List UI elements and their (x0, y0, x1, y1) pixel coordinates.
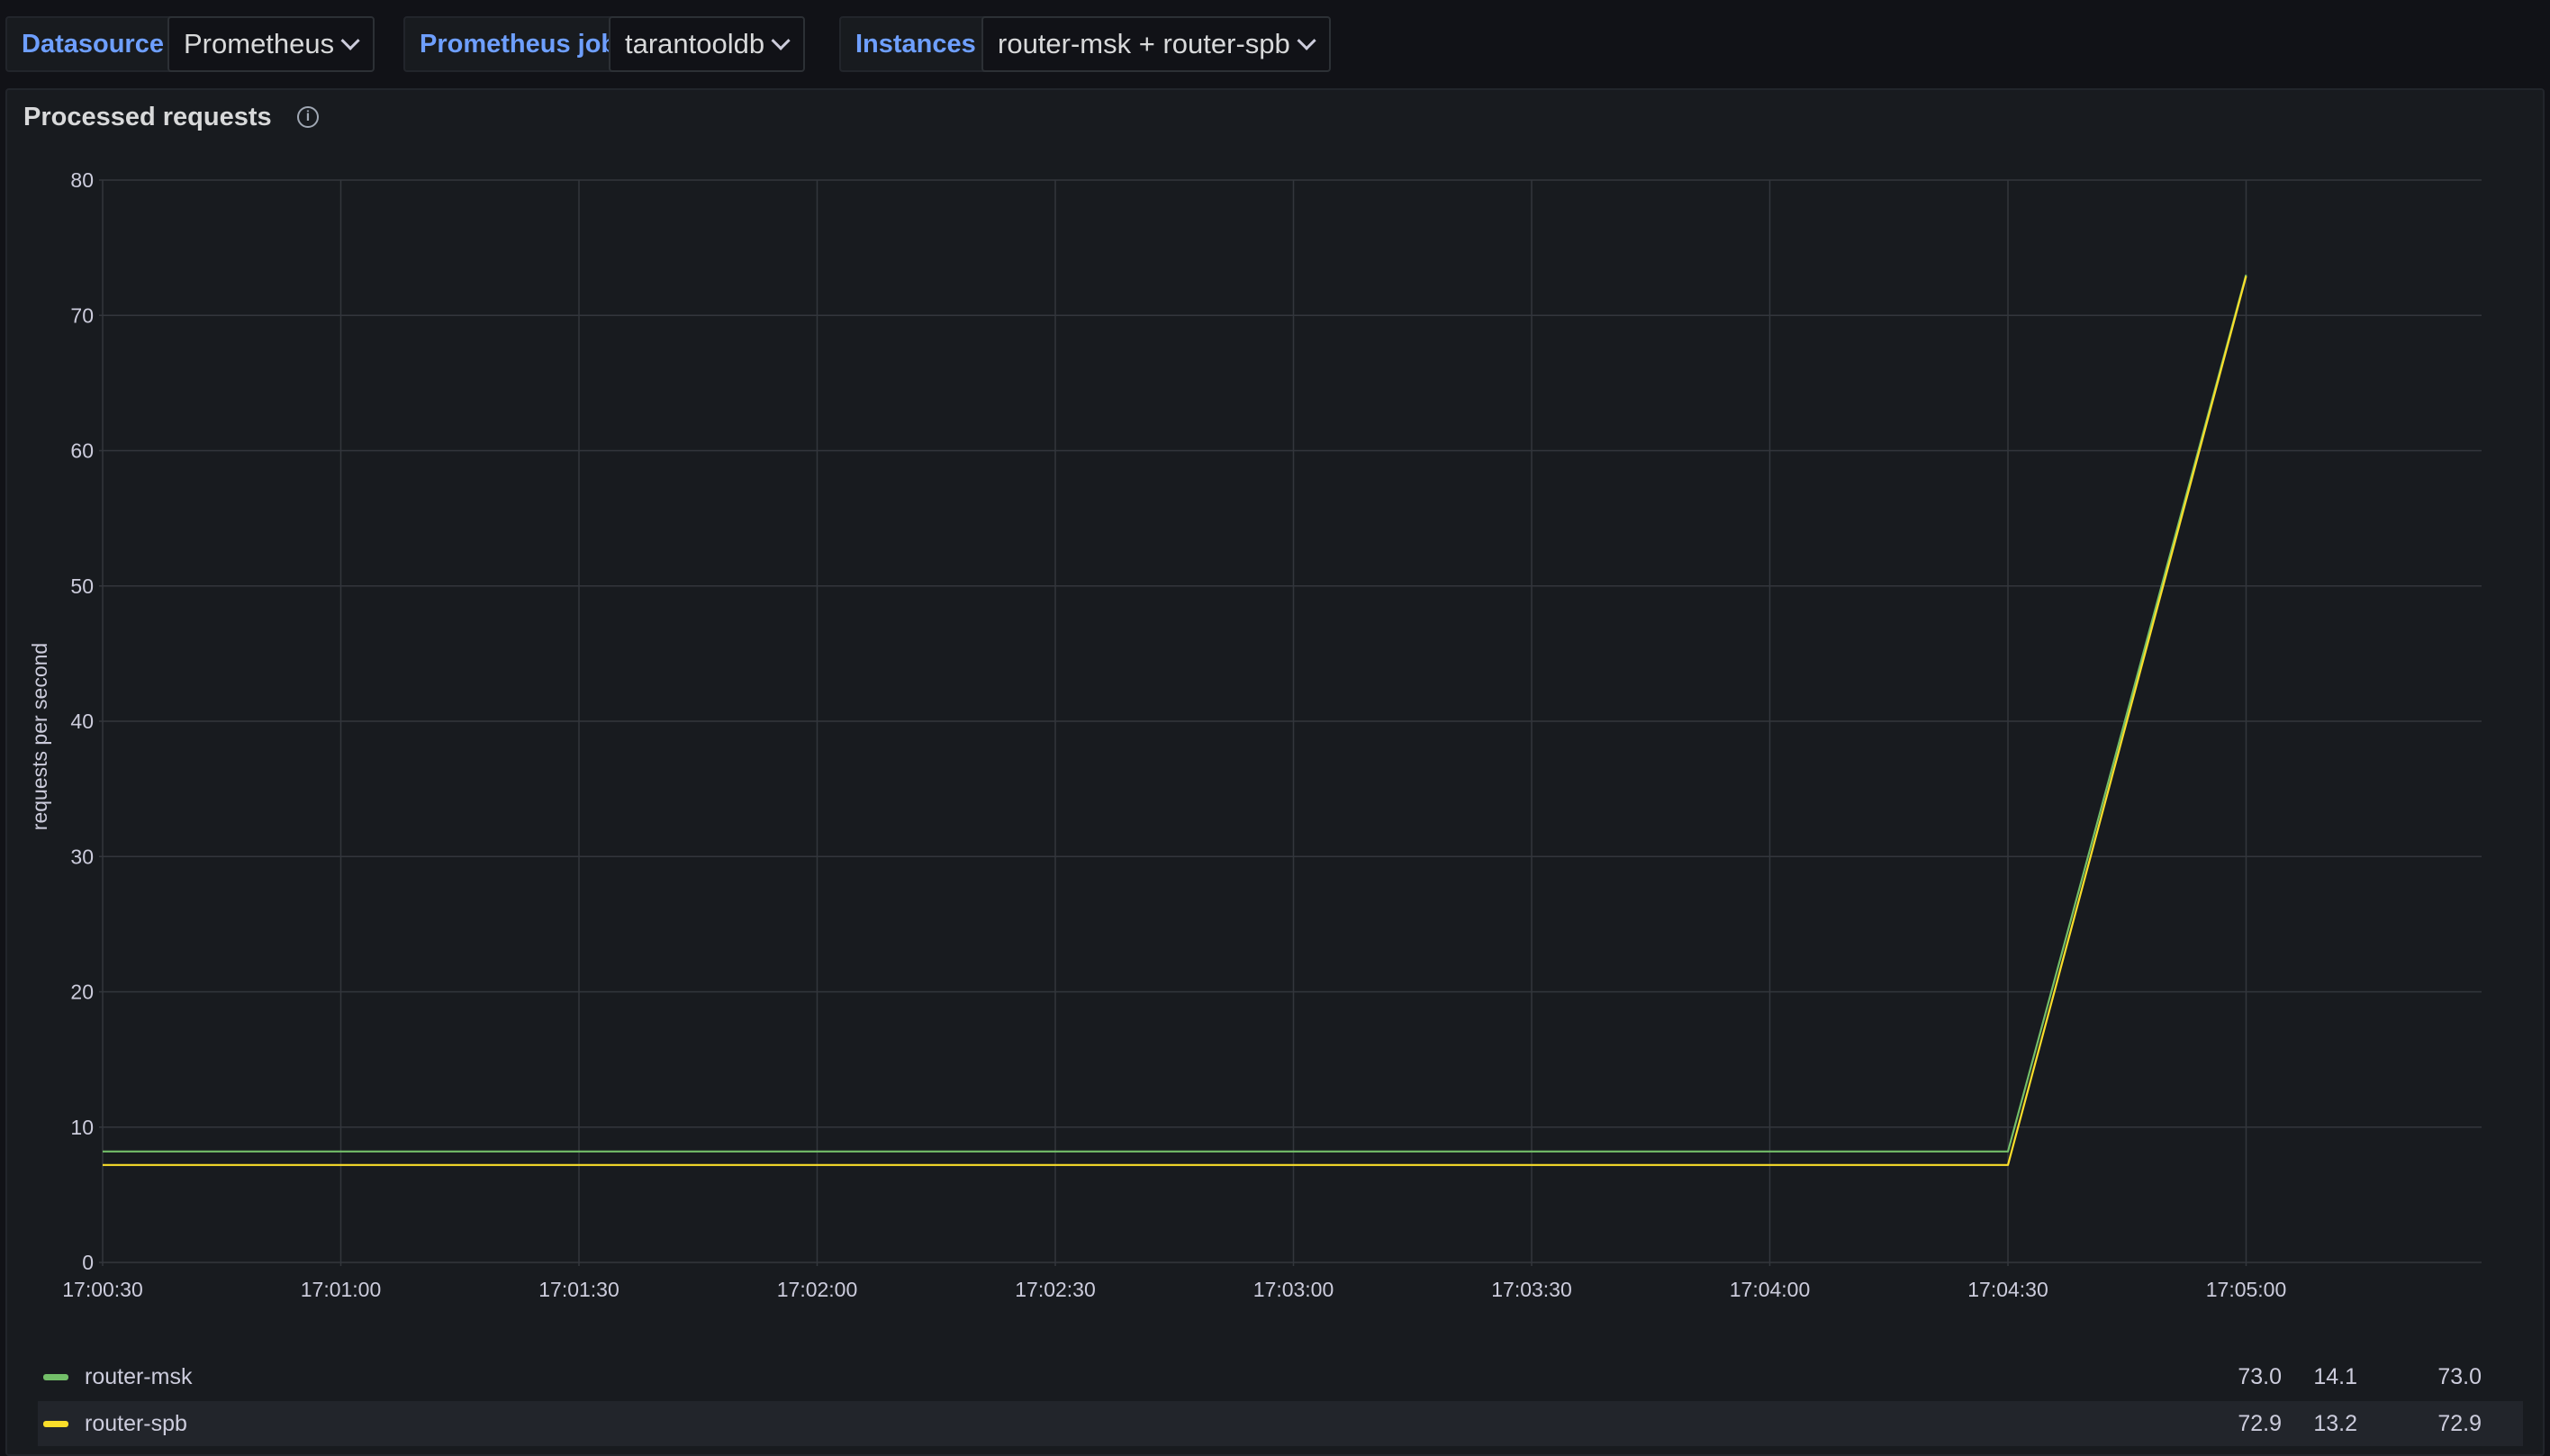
y-axis-label: requests per second (28, 643, 51, 830)
series-color-swatch (43, 1421, 68, 1427)
processed-requests-panel: Processed requests i 0 10 20 30 40 50 60 70 80 17… (5, 88, 2545, 1456)
prometheus-job-select[interactable]: tarantooldb (609, 16, 806, 72)
chevron-down-icon (1297, 31, 1316, 50)
legend-series-name: router-spb (85, 1411, 187, 1436)
y-tick-label: 10 (70, 1116, 94, 1139)
y-tick-label: 60 (70, 439, 94, 463)
legend-series-name: router-msk (85, 1364, 193, 1389)
x-tick-label: 17:00:30 (62, 1278, 143, 1297)
y-tick-label: 0 (82, 1251, 94, 1274)
datasource-label: Datasource (5, 16, 180, 72)
x-tick-label: 17:03:00 (1253, 1278, 1334, 1297)
x-tick-label: 17:02:30 (1015, 1278, 1096, 1297)
x-tick-label: 17:05:00 (2206, 1278, 2287, 1297)
instances-label: Instances (839, 16, 992, 72)
series-line-router-msk[interactable] (103, 274, 2247, 1153)
y-tick-label: 70 (70, 303, 94, 327)
y-tick-label: 50 (70, 574, 94, 598)
prometheus-job-value: tarantooldb (625, 28, 765, 59)
legend-avg-value: 13.2 (2313, 1411, 2357, 1436)
legend-avg-value: 14.1 (2313, 1364, 2357, 1389)
y-tick-label: 20 (70, 981, 94, 1004)
processed-requests-chart[interactable]: 0 10 20 30 40 50 60 70 80 17:00:30 17:01:00 17:01:3… (7, 90, 2546, 1297)
legend-row-router-msk[interactable]: router-msk 73.0 14.1 73.0 (38, 1354, 2523, 1399)
y-tick-label: 30 (70, 845, 94, 868)
chevron-down-icon (771, 31, 791, 50)
y-tick-label: 80 (70, 168, 94, 192)
x-tick-label: 17:01:30 (538, 1278, 619, 1297)
instances-select[interactable]: router-msk + router-spb (981, 16, 1331, 72)
y-tick-label: 40 (70, 710, 94, 733)
series-color-swatch (43, 1374, 68, 1380)
legend-current-value: 72.9 (2437, 1411, 2482, 1436)
datasource-select[interactable]: Prometheus (167, 16, 375, 72)
x-tick-label: 17:02:00 (777, 1278, 858, 1297)
prometheus-job-label: Prometheus job (403, 16, 634, 72)
datasource-value: Prometheus (184, 28, 335, 59)
x-tick-label: 17:01:00 (301, 1278, 382, 1297)
legend-row-router-spb[interactable]: router-spb 72.9 13.2 72.9 (38, 1401, 2523, 1446)
x-tick-label: 17:03:30 (1491, 1278, 1572, 1297)
legend-current-value: 73.0 (2437, 1364, 2482, 1389)
chevron-down-icon (340, 31, 360, 50)
variables-bar: Datasource Prometheus Prometheus job tar… (0, 0, 2550, 86)
x-tick-label: 17:04:00 (1730, 1278, 1811, 1297)
instances-value: router-msk + router-spb (998, 28, 1290, 59)
x-tick-label: 17:04:30 (1967, 1278, 2048, 1297)
